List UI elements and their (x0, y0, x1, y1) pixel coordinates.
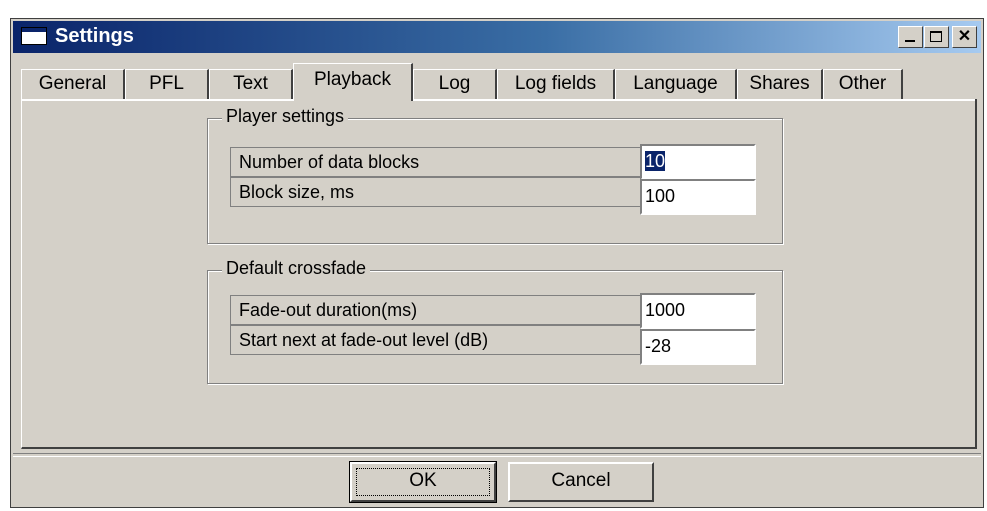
fade-out-duration-input[interactable]: 1000 (640, 293, 756, 329)
window-icon (21, 27, 47, 45)
player-settings-title: Player settings (222, 106, 349, 127)
tab-log-fields[interactable]: Log fields (497, 69, 615, 99)
fade-out-duration-label: Fade-out duration(ms) (230, 295, 640, 325)
tab-general[interactable]: General (21, 69, 125, 99)
ok-button[interactable]: OK (349, 461, 497, 503)
fade-out-level-label: Start next at fade-out level (dB) (230, 325, 640, 355)
default-crossfade-group: Default crossfade Fade-out duration(ms) … (207, 258, 783, 384)
tab-playback[interactable]: Playback (293, 63, 413, 101)
window-title: Settings (55, 25, 134, 47)
data-blocks-input[interactable]: 10 (640, 144, 756, 180)
settings-window: Settings ✕ General PFL Text Playback Log… (10, 18, 984, 508)
tab-log[interactable]: Log (413, 69, 497, 99)
minimize-icon[interactable] (898, 26, 923, 48)
tab-other[interactable]: Other (823, 69, 903, 99)
data-blocks-label: Number of data blocks (230, 147, 640, 177)
tab-shares[interactable]: Shares (737, 69, 823, 99)
maximize-icon[interactable] (924, 26, 949, 48)
cancel-button-label: Cancel (551, 470, 611, 491)
bottom-separator (13, 453, 981, 457)
cancel-button[interactable]: Cancel (508, 462, 654, 502)
player-settings-group: Player settings Number of data blocks 10… (207, 106, 783, 244)
tab-text[interactable]: Text (209, 69, 293, 99)
close-icon[interactable]: ✕ (952, 26, 977, 48)
default-crossfade-title: Default crossfade (222, 258, 371, 279)
focus-rectangle (356, 468, 490, 496)
tab-language[interactable]: Language (615, 69, 737, 99)
block-size-input[interactable]: 100 (640, 179, 756, 215)
title-bar[interactable]: Settings ✕ (13, 21, 981, 53)
tab-pfl[interactable]: PFL (125, 69, 209, 99)
block-size-label: Block size, ms (230, 177, 640, 207)
fade-out-level-input[interactable]: -28 (640, 329, 756, 365)
